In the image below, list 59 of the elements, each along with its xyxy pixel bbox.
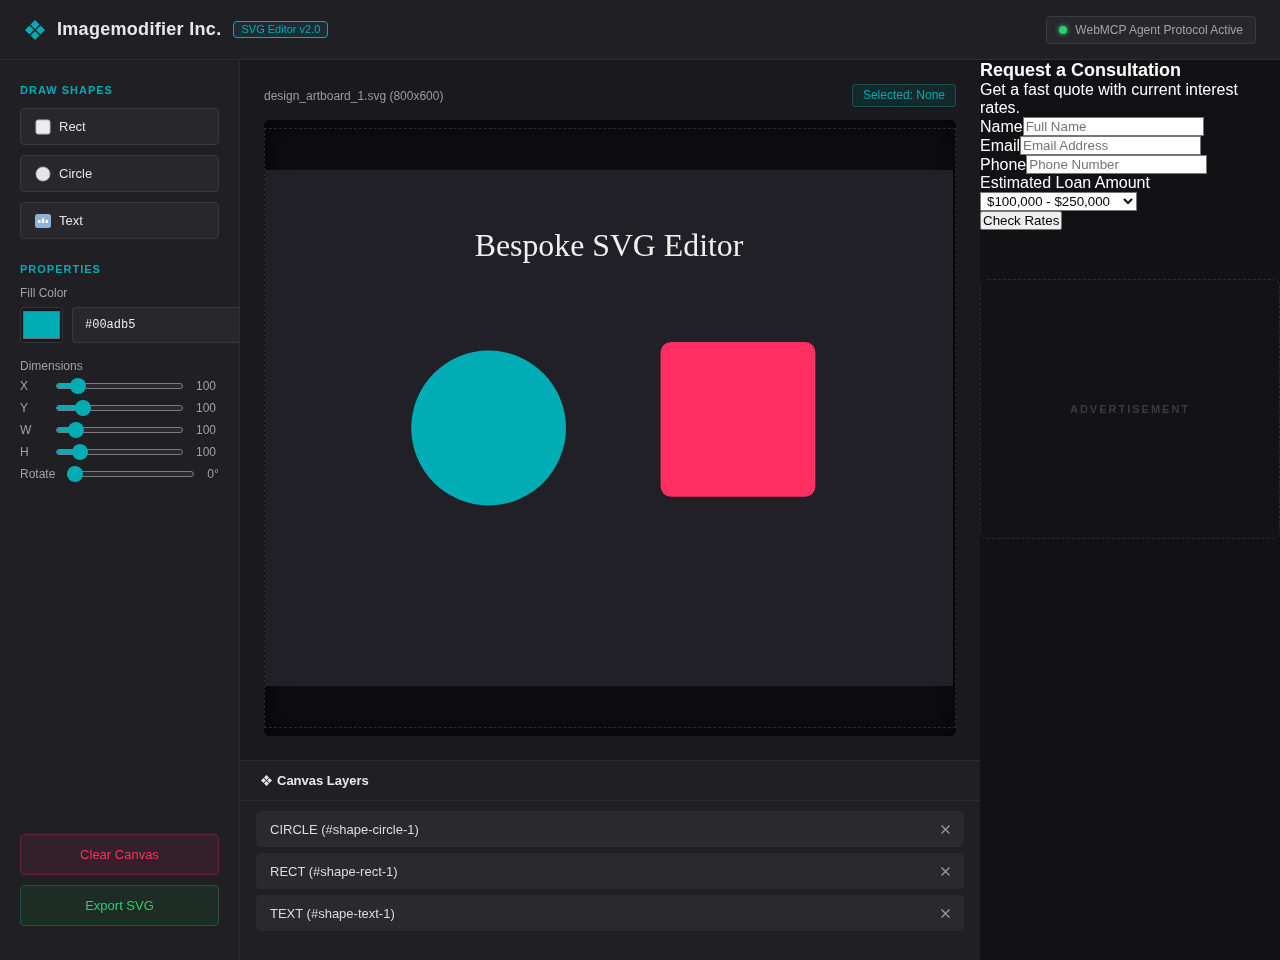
text-input-field[interactable]: Email Address bbox=[1020, 136, 1201, 155]
loan-amount-select[interactable]: $100,000 - $250,000 bbox=[980, 192, 1137, 211]
slider-track[interactable] bbox=[56, 400, 183, 416]
field-label: Phone bbox=[980, 155, 1027, 174]
slider-track[interactable] bbox=[56, 378, 183, 394]
close-icon[interactable] bbox=[941, 866, 950, 876]
slider-label: H bbox=[20, 445, 30, 459]
text-input-field[interactable]: Phone Number bbox=[1026, 155, 1208, 174]
slider-value: 100 bbox=[196, 423, 217, 437]
diamonds-icon bbox=[261, 775, 272, 786]
action-button[interactable]: Export SVG bbox=[20, 885, 219, 926]
slider-label: X bbox=[20, 379, 29, 393]
slider-value: 100 bbox=[196, 379, 217, 393]
slider-label: W bbox=[20, 423, 33, 437]
text-input-field[interactable]: Full Name bbox=[1022, 117, 1204, 136]
field-label: Dimensions bbox=[20, 359, 84, 373]
layer-item[interactable]: RECT (#shape-rect-1) bbox=[256, 853, 964, 889]
hex-input-field[interactable]: #00adb5 bbox=[72, 307, 239, 343]
status-text: WebMCP Agent Protocol Active bbox=[1075, 22, 1243, 37]
app-title: Imagemodifier Inc. bbox=[57, 19, 222, 40]
field-label: Name bbox=[980, 117, 1023, 136]
section-heading: PROPERTIES bbox=[20, 262, 102, 277]
slider-track[interactable] bbox=[56, 422, 183, 438]
section-heading: DRAW SHAPES bbox=[20, 83, 114, 98]
shape-tool-button[interactable]: Circle bbox=[20, 155, 219, 192]
action-button[interactable]: Clear Canvas bbox=[20, 834, 219, 875]
slider-thumb[interactable] bbox=[69, 378, 86, 394]
square-icon bbox=[35, 118, 51, 135]
slider-thumb[interactable] bbox=[74, 400, 91, 416]
layer-item[interactable]: CIRCLE (#shape-circle-1) bbox=[256, 811, 964, 847]
file-name: design_artboard_1.svg (800x600) bbox=[264, 88, 444, 103]
shape-tool-button[interactable]: Text bbox=[20, 202, 219, 239]
slider-thumb[interactable] bbox=[67, 466, 84, 482]
close-icon[interactable] bbox=[941, 824, 950, 834]
tile-icon bbox=[35, 212, 51, 229]
slider-track[interactable] bbox=[56, 444, 183, 460]
shape-tool-button[interactable]: Rect bbox=[20, 108, 219, 145]
slider-thumb[interactable] bbox=[71, 444, 88, 460]
field-label: Fill Color bbox=[20, 286, 69, 300]
selection-badge: Selected: None bbox=[851, 84, 956, 107]
artboard-text: Bespoke SVG Editor bbox=[474, 228, 744, 263]
slider-thumb[interactable] bbox=[68, 422, 85, 438]
slider-label: Rotate bbox=[20, 467, 56, 481]
circle-icon bbox=[35, 165, 51, 182]
logo-icon bbox=[25, 19, 45, 40]
form-title: Request a Consultation bbox=[980, 60, 1182, 81]
version-badge: SVG Editor v2.0 bbox=[233, 21, 329, 38]
field-label: Email bbox=[980, 136, 1020, 155]
slider-value: 0° bbox=[207, 467, 219, 481]
slider-label: Y bbox=[20, 401, 29, 415]
close-icon[interactable] bbox=[941, 908, 950, 918]
panel-title: Canvas Layers bbox=[277, 773, 369, 788]
slider-track[interactable] bbox=[67, 466, 195, 482]
form-subtitle: Get a fast quote with current interest rates. bbox=[980, 81, 1239, 117]
slider-value: 100 bbox=[196, 445, 217, 459]
check-rates-button[interactable]: Check Rates bbox=[980, 211, 1063, 230]
slider-value: 100 bbox=[196, 401, 217, 415]
layer-item[interactable]: TEXT (#shape-text-1) bbox=[256, 895, 964, 931]
field-label: Estimated Loan Amount bbox=[980, 174, 1151, 192]
